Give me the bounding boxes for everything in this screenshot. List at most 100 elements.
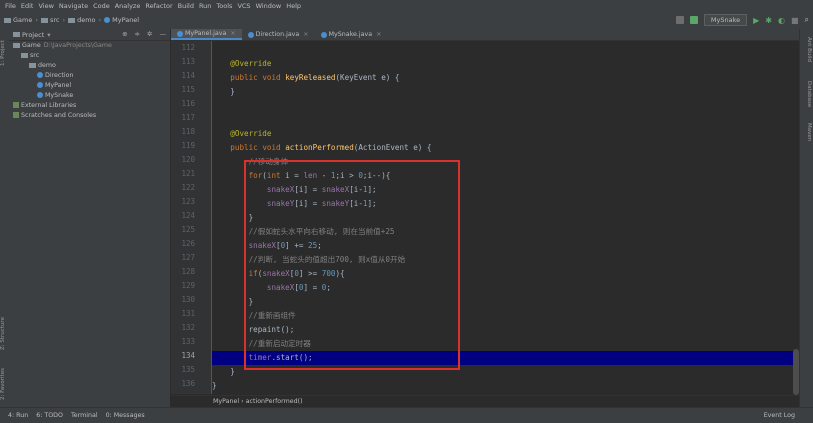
editor-breadcrumb-label[interactable]: MyPanel › actionPerformed(): [213, 398, 303, 405]
tree-item[interactable]: External Libraries: [9, 101, 170, 111]
close-icon[interactable]: ×: [303, 31, 308, 38]
code-line[interactable]: public void actionPerformed(ActionEvent …: [212, 141, 799, 155]
collapse-icon[interactable]: ≑: [135, 30, 140, 38]
class-icon: [37, 92, 43, 98]
code-line[interactable]: [212, 113, 799, 127]
menu-item[interactable]: Run: [199, 2, 211, 10]
menu-item[interactable]: Tools: [216, 2, 232, 10]
line-number: 128: [181, 267, 195, 276]
breadcrumb-demo[interactable]: demo: [77, 16, 95, 24]
menu-bar: File Edit View Navigate Code Analyze Refactor B…: [0, 0, 813, 11]
code-line[interactable]: }: [212, 365, 799, 379]
breadcrumb-file[interactable]: MyPanel: [112, 16, 139, 24]
code-line[interactable]: @Override: [212, 57, 799, 71]
gear-icon[interactable]: ✲: [147, 30, 152, 38]
code-line[interactable]: snakeX[0] += 25;: [212, 239, 799, 253]
breadcrumb-src[interactable]: src: [50, 16, 60, 24]
breadcrumb-project[interactable]: Game: [13, 16, 32, 24]
search-icon[interactable]: ⌕: [805, 15, 809, 25]
code-line[interactable]: }: [212, 295, 799, 309]
menu-item[interactable]: VCS: [237, 2, 250, 10]
code-line[interactable]: snakeX[0] = 0;: [212, 281, 799, 295]
run-icon[interactable]: ▶: [753, 16, 759, 25]
code-editor[interactable]: @Override public void keyReleased(KeyEve…: [212, 41, 799, 394]
tree-item[interactable]: MySnake: [9, 91, 170, 101]
run-tool-button[interactable]: 4: Run: [8, 412, 28, 419]
code-line[interactable]: if(snakeX[0] >= 700){: [212, 267, 799, 281]
tree-item-label: Scratches and Consoles: [21, 112, 97, 119]
code-line[interactable]: for(int i = len - 1;i > 0;i--){: [212, 169, 799, 183]
line-number: 132: [181, 323, 195, 332]
code-line[interactable]: }: [212, 211, 799, 225]
line-number-gutter[interactable]: 112 113 114 115 116 117 118 119 120 121 122 123 124 1…: [171, 41, 212, 394]
menu-item[interactable]: Refactor: [145, 2, 172, 10]
coverage-icon[interactable]: ◐: [778, 16, 785, 25]
project-icon: [13, 32, 20, 37]
todo-tool-button[interactable]: 6: TODO: [36, 412, 63, 419]
tab-mypanel[interactable]: MyPanel.java ×: [171, 29, 242, 40]
code-line[interactable]: //判断, 当蛇头的值超出700, 则x值从0开始: [212, 253, 799, 267]
hammer-icon[interactable]: [689, 16, 698, 24]
class-icon: [247, 31, 254, 38]
code-line[interactable]: @Override: [212, 127, 799, 141]
code-line[interactable]: }: [212, 379, 799, 393]
menu-item[interactable]: Window: [256, 2, 282, 10]
line-number: 136: [181, 379, 195, 388]
menu-item[interactable]: File: [5, 2, 16, 10]
menu-item[interactable]: Navigate: [59, 2, 88, 10]
line-number: 117: [181, 113, 195, 122]
code-line[interactable]: [212, 99, 799, 113]
tab-structure-tool[interactable]: Z: Structure: [0, 314, 9, 354]
tree-item[interactable]: Scratches and Consoles: [9, 111, 170, 121]
messages-tool-button[interactable]: 0: Messages: [106, 412, 145, 419]
line-number: 131: [181, 309, 195, 318]
menu-item[interactable]: Edit: [21, 2, 34, 10]
close-icon[interactable]: ×: [376, 31, 381, 38]
line-number: 127: [181, 253, 195, 262]
tree-item[interactable]: demo: [9, 61, 170, 71]
tree-item[interactable]: Direction: [9, 71, 170, 81]
debug-icon[interactable]: ✱: [765, 16, 772, 25]
menu-item[interactable]: View: [38, 2, 53, 10]
tree-item[interactable]: src: [9, 51, 170, 61]
line-number: 114: [181, 71, 195, 80]
locate-icon[interactable]: ⊕: [122, 30, 127, 38]
menu-item[interactable]: Code: [93, 2, 110, 10]
tab-mysnake[interactable]: MySnake.java ×: [315, 29, 388, 40]
code-line[interactable]: public void keyReleased(KeyEvent e) {: [212, 71, 799, 85]
tree-item[interactable]: Game D:\JavaProjects\Game: [9, 41, 170, 51]
chevron-down-icon[interactable]: ▾: [47, 31, 50, 39]
menu-item[interactable]: Build: [178, 2, 194, 10]
stop-icon[interactable]: ■: [791, 16, 799, 25]
build-icon[interactable]: [675, 16, 684, 24]
code-line[interactable]: //重新启动定时器: [212, 337, 799, 351]
terminal-tool-button[interactable]: Terminal: [71, 412, 98, 419]
tab-ant-build[interactable]: Ant Build: [802, 37, 812, 73]
code-line[interactable]: timer.start();: [212, 351, 799, 365]
line-number: 130: [181, 295, 195, 304]
tab-project-tool[interactable]: 1: Project: [0, 33, 9, 73]
menu-item[interactable]: Help: [286, 2, 301, 10]
hide-icon[interactable]: —: [160, 30, 167, 38]
tab-direction[interactable]: Direction.java ×: [242, 29, 315, 40]
code-line[interactable]: [212, 43, 799, 57]
code-line[interactable]: repaint();: [212, 323, 799, 337]
code-line[interactable]: //重新画组件: [212, 309, 799, 323]
code-line[interactable]: //移动身体: [212, 155, 799, 169]
menu-item[interactable]: Analyze: [115, 2, 141, 10]
tab-maven[interactable]: Maven: [802, 123, 812, 159]
line-number: 122: [181, 183, 195, 192]
code-line[interactable]: }: [212, 85, 799, 99]
run-config-select[interactable]: MySnake: [703, 14, 748, 26]
close-icon[interactable]: ×: [230, 30, 235, 37]
code-line[interactable]: //假如蛇头水平向右移动, 则在当前值+25: [212, 225, 799, 239]
tab-favorites-tool[interactable]: 2: Favorites: [0, 364, 9, 404]
code-line[interactable]: snakeY[i] = snakeY[i-1];: [212, 197, 799, 211]
tree-item[interactable]: MyPanel: [9, 81, 170, 91]
event-log-button[interactable]: Event Log: [764, 412, 795, 419]
tab-database[interactable]: Database: [802, 81, 812, 117]
line-number: 118: [181, 127, 195, 136]
code-line[interactable]: snakeX[i] = snakeX[i-1];: [212, 183, 799, 197]
project-header-label[interactable]: Project: [22, 31, 44, 39]
project-tools: ⊕ ≑ ✲ —: [122, 30, 166, 38]
